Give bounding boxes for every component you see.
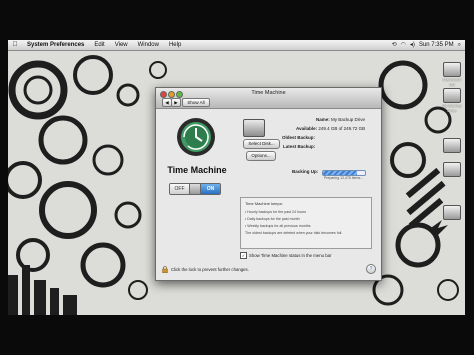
show-status-label[interactable]: Show Time Machine status in the menu bar: [249, 253, 331, 258]
desktop-drive-icon[interactable]: [443, 62, 461, 77]
lock-text: Click the lock to prevent further change…: [171, 267, 249, 272]
help-button[interactable]: ?: [366, 264, 376, 274]
window-title: Time Machine: [251, 90, 286, 96]
info-box-title: Time Machine keeps:: [245, 201, 283, 206]
disk-name-value: My Backup Drive: [331, 117, 366, 122]
desktop-drive-label: Macintosh HD: [442, 77, 462, 87]
desktop-drive-icon[interactable]: [443, 88, 461, 103]
lock-icon[interactable]: [162, 266, 168, 273]
desktop-drive-icon[interactable]: [443, 205, 461, 220]
time-machine-menu-icon[interactable]: ⟲: [392, 40, 397, 50]
apple-menu-icon[interactable]: : [8, 40, 22, 50]
backing-up-row: Backing Up:: [292, 169, 318, 174]
time-machine-preferences-window: Time Machine ◀ ▶ Show All Time Machine O…: [155, 87, 382, 281]
spotlight-icon[interactable]: ⌕: [458, 40, 461, 50]
desktop-drive-icon[interactable]: [443, 138, 461, 153]
info-line: • Weekly backups for all previous months: [245, 224, 311, 228]
menu-system-preferences[interactable]: System Preferences: [22, 40, 89, 50]
backup-progress-text: Preparing 12,476 items...: [324, 176, 364, 180]
show-status-row[interactable]: ✓ Show Time Machine status in the menu b…: [240, 252, 331, 259]
info-line: • Daily backups for the past month: [245, 217, 300, 221]
time-machine-toggle[interactable]: OFF ON: [169, 183, 221, 195]
options-button[interactable]: Options...: [246, 151, 276, 161]
menu-window[interactable]: Window: [133, 40, 164, 50]
menu-bar:  System Preferences Edit View Window He…: [8, 40, 465, 51]
disk-name-label: Name:: [316, 117, 330, 122]
show-all-button[interactable]: Show All: [182, 98, 210, 107]
latest-backup-label: Latest Backup:: [283, 144, 316, 149]
volume-icon[interactable]: ◂): [410, 40, 415, 50]
app-name-label: Time Machine: [167, 165, 227, 175]
backup-progress-fill: [323, 171, 357, 175]
toggle-knob[interactable]: [189, 184, 201, 194]
select-disk-button[interactable]: Select Disk...: [243, 139, 280, 149]
window-content: Time Machine OFF ON Select Disk... Optio…: [156, 109, 381, 280]
backup-drive-icon: [243, 119, 265, 137]
menu-help[interactable]: Help: [164, 40, 186, 50]
disk-name-row: Name: My Backup Drive: [316, 117, 365, 122]
latest-backup-row: Latest Backup:: [283, 144, 315, 149]
time-machine-icon: [177, 118, 215, 156]
available-label: Available:: [296, 126, 318, 131]
backing-up-label: Backing Up:: [292, 169, 319, 174]
menu-edit[interactable]: Edit: [89, 40, 109, 50]
oldest-backup-label: Oldest Backup:: [282, 135, 316, 140]
wifi-icon[interactable]: ◠: [401, 40, 406, 50]
window-titlebar[interactable]: Time Machine ◀ ▶ Show All: [156, 88, 381, 109]
info-line: The oldest backups are deleted when your…: [245, 231, 343, 235]
desktop-drive-label: My Backup Drive: [442, 103, 462, 113]
available-value: 249.4 GB of 249.72 GB: [318, 126, 366, 131]
toggle-on-label[interactable]: ON: [201, 184, 220, 194]
info-line: • Hourly backups for the past 24 hours: [245, 210, 306, 214]
desktop-drive-icon[interactable]: [443, 162, 461, 177]
oldest-backup-row: Oldest Backup:: [282, 135, 315, 140]
time-machine-info-box: Time Machine keeps: • Hourly backups for…: [240, 197, 372, 249]
menubar-clock[interactable]: Sun 7:35 PM: [419, 40, 454, 50]
available-row: Available: 249.4 GB of 249.72 GB: [296, 126, 365, 131]
show-status-checkbox[interactable]: ✓: [240, 252, 247, 259]
toggle-off-label[interactable]: OFF: [170, 184, 189, 194]
lock-row: Click the lock to prevent further change…: [162, 266, 249, 273]
menu-view[interactable]: View: [110, 40, 133, 50]
desktop-screen:  System Preferences Edit View Window He…: [8, 40, 465, 315]
forward-arrow-icon[interactable]: ▶: [171, 98, 181, 107]
